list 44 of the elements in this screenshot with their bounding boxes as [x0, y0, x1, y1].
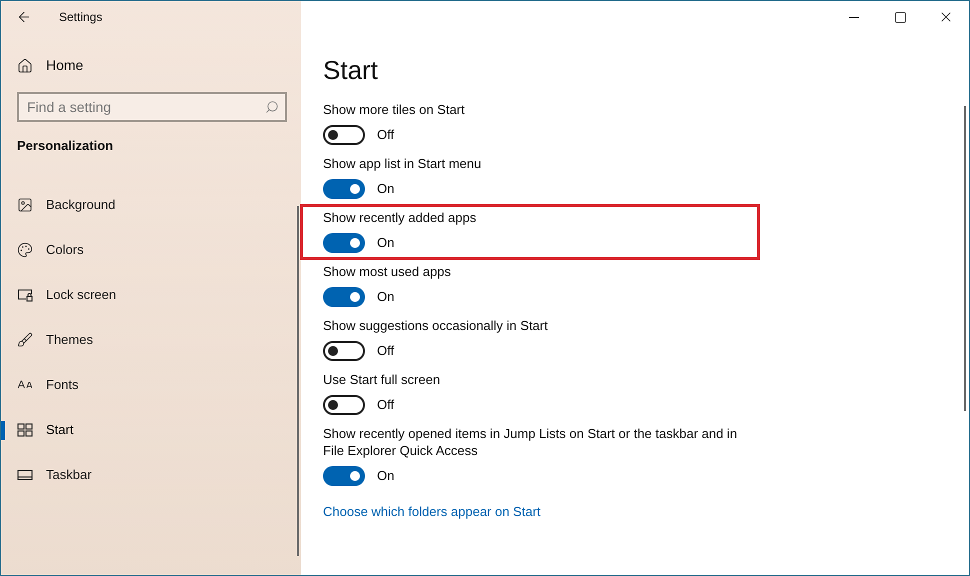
toggle-switch[interactable] — [323, 233, 365, 253]
page-title: Start — [323, 54, 379, 87]
maximize-icon — [894, 10, 906, 24]
toggle-switch[interactable] — [323, 395, 365, 415]
nav-item[interactable]: Fonts — [17, 375, 79, 395]
brush-icon — [17, 332, 33, 348]
taskbar-icon — [17, 467, 33, 483]
setting-label: Show suggestions occasionally in Start — [323, 317, 549, 334]
nav-item[interactable]: Themes — [17, 330, 93, 350]
search-icon — [265, 100, 279, 114]
toggle-state: On — [377, 288, 394, 306]
nav-item[interactable]: Lock screen — [17, 285, 116, 305]
setting-label: Use Start full screen — [323, 371, 442, 388]
palette-icon — [17, 242, 33, 258]
toggle-switch[interactable] — [323, 341, 365, 361]
setting-label: Show more tiles on Start — [323, 101, 466, 118]
tiles-icon — [17, 422, 33, 438]
nav-item[interactable]: Start — [17, 420, 74, 440]
home-icon — [17, 58, 33, 74]
picture-icon — [17, 197, 33, 213]
section-heading: Personalization — [17, 137, 114, 155]
toggle-switch[interactable] — [323, 179, 365, 199]
setting-label: Show recently added apps — [323, 209, 478, 226]
toggle-state: Off — [377, 126, 394, 144]
setting-label: Show app list in Start menu — [323, 155, 482, 172]
search-field[interactable]: Find a setting — [17, 92, 287, 122]
toggle-switch[interactable] — [323, 125, 365, 145]
nav-item[interactable]: Colors — [17, 240, 84, 260]
toggle-state: Off — [377, 396, 394, 414]
setting-label: Show recently opened items in Jump Lists on Start or the taskbar and in File Explorer Quick Access — [323, 425, 738, 459]
folders-link[interactable]: Choose which folders appear on Start — [323, 502, 541, 522]
minimize-icon — [849, 16, 859, 18]
toggle-state: Off — [377, 342, 394, 360]
toggle-switch[interactable] — [323, 466, 365, 486]
home-link[interactable]: Home — [17, 55, 84, 76]
nav-item[interactable]: Taskbar — [17, 465, 92, 485]
window-title: Settings — [59, 9, 102, 26]
setting-label: Show most used apps — [323, 263, 452, 280]
lock-screen-icon — [17, 287, 33, 303]
nav-item[interactable]: Background — [17, 195, 116, 215]
toggle-state: On — [377, 467, 394, 486]
toggle-switch[interactable] — [323, 287, 365, 307]
toggle-state: On — [377, 234, 394, 252]
toggle-state: On — [377, 180, 394, 198]
